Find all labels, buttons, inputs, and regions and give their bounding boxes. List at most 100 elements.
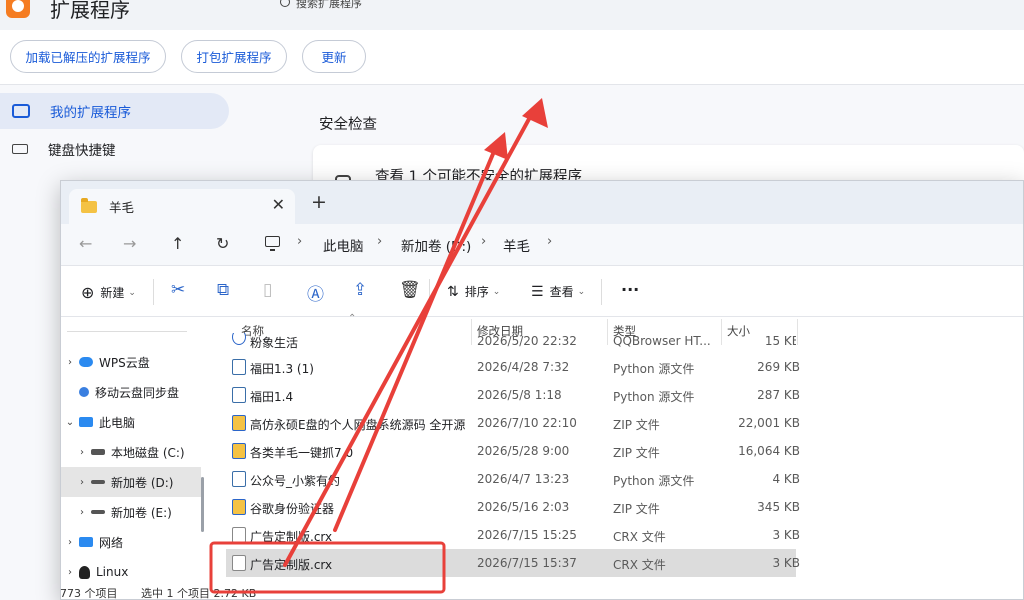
file-name: 谷歌身份验证器: [250, 502, 335, 516]
search-box[interactable]: 搜索扩展程序: [280, 0, 362, 11]
chevron-right-icon[interactable]: ›: [61, 537, 79, 548]
toolbar-divider: [601, 279, 602, 305]
load-unpacked-button[interactable]: 加载已解压的扩展程序: [10, 40, 166, 73]
nav-divider: [67, 331, 187, 332]
puzzle-icon: [12, 104, 30, 118]
file-row[interactable]: 福田1.4 2026/5/8 1:18 Python 源文件 287 KB: [226, 381, 800, 409]
file-date: 2026/7/15 15:25: [477, 528, 577, 542]
annotation-arrowhead: [522, 98, 548, 128]
zip-file-icon: [232, 443, 246, 459]
file-row[interactable]: 公众号_小紫有约 2026/4/7 13:23 Python 源文件 4 KB: [226, 465, 800, 493]
nav-item-linux[interactable]: › Linux: [61, 557, 201, 587]
view-button[interactable]: ☰ 查看 ⌄: [531, 283, 585, 300]
network-icon: [79, 537, 93, 547]
up-arrow-icon[interactable]: ↑: [171, 234, 184, 253]
zip-file-icon: [232, 415, 246, 431]
nav-item-label: 新加卷 (D:): [111, 475, 174, 490]
sidebar-item-label: 键盘快捷键: [48, 143, 116, 159]
file-name: 公众号_小紫有约: [250, 474, 341, 488]
browser-header: 扩展程序 搜索扩展程序: [0, 0, 1024, 30]
address-bar: ← → ↑ ↻ › 此电脑 › 新加卷 (D:) › 羊毛 ›: [61, 224, 1023, 266]
file-type: Python 源文件: [613, 390, 695, 404]
chevron-down-icon[interactable]: ⌄: [61, 417, 79, 428]
file-row[interactable]: 谷歌身份验证器 2026/5/16 2:03 ZIP 文件 345 KB: [226, 493, 800, 521]
sort-label: 排序: [464, 285, 489, 299]
file-row[interactable]: 粉象生活 2026/5/20 22:32 QQBrowser HT... 15 …: [226, 333, 796, 351]
new-label: 新建: [100, 286, 125, 300]
breadcrumb-this-pc[interactable]: 此电脑: [323, 235, 364, 255]
copy-icon[interactable]: ⧉: [217, 280, 229, 300]
file-row[interactable]: 高仿永硕E盘的个人网盘系统源码 全开源 2026/7/10 22:10 ZIP …: [226, 409, 800, 437]
folder-icon: [81, 197, 97, 213]
crx-file-icon: [232, 555, 246, 571]
new-tab-icon[interactable]: +: [311, 191, 327, 213]
rename-icon[interactable]: Ⓐ: [307, 280, 324, 305]
navigation-pane: › WPS云盘 移动云盘同步盘 ⌄ 此电脑 › 本地磁盘 (C:) › 新加卷 …: [61, 317, 209, 599]
python-file-icon: [232, 359, 246, 375]
file-type: ZIP 文件: [613, 446, 660, 460]
extensions-toolbar: 加载已解压的扩展程序 打包扩展程序 更新: [0, 30, 1024, 85]
nav-item-network[interactable]: › 网络: [61, 527, 201, 557]
pack-extension-button[interactable]: 打包扩展程序: [181, 40, 287, 73]
drive-icon: [91, 510, 105, 514]
nav-item-this-pc[interactable]: ⌄ 此电脑: [61, 407, 201, 437]
breadcrumb-drive-d[interactable]: 新加卷 (D:): [401, 235, 471, 255]
chevron-right-icon[interactable]: ›: [61, 567, 79, 578]
nav-item-mobile-cloud[interactable]: 移动云盘同步盘: [61, 377, 201, 407]
tab-title: 羊毛: [109, 200, 135, 215]
file-row[interactable]: 各类羊毛一键抓7.0 2026/5/28 9:00 ZIP 文件 16,064 …: [226, 437, 800, 465]
file-name: 粉象生活: [250, 336, 299, 350]
back-arrow-icon[interactable]: ←: [79, 234, 92, 253]
command-bar: ⊕ 新建 ⌄ ✂ ⧉ ▯ Ⓐ ⇪ 🗑 ⇅ 排序 ⌄ ☰ 查看 ⌄ ···: [61, 267, 1023, 317]
nav-item-label: 移动云盘同步盘: [95, 385, 180, 400]
file-row-selected[interactable]: 广告定制版.crx 2026/7/15 15:37 CRX 文件 3 KB: [226, 549, 800, 577]
paste-icon[interactable]: ▯: [263, 280, 272, 300]
cut-icon[interactable]: ✂: [171, 280, 185, 300]
column-divider[interactable]: [797, 319, 798, 345]
more-options-button[interactable]: ···: [621, 280, 639, 299]
drive-icon: [91, 480, 105, 484]
file-size: 3 KB: [772, 528, 800, 542]
chevron-right-icon[interactable]: ›: [61, 357, 79, 368]
search-placeholder: 搜索扩展程序: [296, 0, 362, 10]
chevron-right-icon: ›: [377, 234, 383, 249]
file-row[interactable]: 福田1.3 (1) 2026/4/28 7:32 Python 源文件 269 …: [226, 353, 800, 381]
nav-item-label: Linux: [96, 565, 129, 579]
keyboard-icon: [12, 144, 28, 154]
share-icon[interactable]: ⇪: [353, 280, 367, 300]
file-date: 2026/5/8 1:18: [477, 388, 562, 402]
nav-item-drive-e[interactable]: › 新加卷 (E:): [61, 497, 201, 527]
file-date: 2026/7/15 15:37: [477, 556, 577, 570]
nav-scrollbar[interactable]: [201, 477, 204, 532]
nav-item-drive-c[interactable]: › 本地磁盘 (C:): [61, 437, 201, 467]
sort-ascending-icon: ⌃: [348, 313, 357, 324]
chevron-right-icon: ›: [481, 234, 487, 249]
nav-item-wps-cloud[interactable]: › WPS云盘: [61, 347, 201, 377]
refresh-icon[interactable]: ↻: [216, 234, 229, 253]
update-button[interactable]: 更新: [302, 40, 366, 73]
security-check-title: 安全检查: [319, 117, 377, 133]
nav-item-drive-d[interactable]: › 新加卷 (D:): [61, 467, 201, 497]
mobile-cloud-icon: [79, 387, 89, 397]
chevron-right-icon[interactable]: ›: [73, 477, 91, 488]
computer-icon: [265, 236, 280, 251]
tab-yangmao[interactable]: 羊毛 ✕: [69, 189, 295, 224]
breadcrumb-folder[interactable]: 羊毛: [503, 235, 530, 255]
chevron-right-icon[interactable]: ›: [73, 507, 91, 518]
nav-item-label: 此电脑: [99, 415, 136, 430]
html-file-icon: [232, 333, 246, 345]
file-name: 广告定制版.crx: [250, 530, 333, 544]
new-button[interactable]: ⊕ 新建 ⌄: [81, 283, 136, 302]
delete-icon[interactable]: 🗑: [399, 280, 421, 300]
sidebar-item-keyboard-shortcuts[interactable]: 键盘快捷键: [0, 131, 116, 167]
forward-arrow-icon[interactable]: →: [123, 234, 136, 253]
chevron-right-icon[interactable]: ›: [73, 447, 91, 458]
chevron-down-icon: ⌄: [128, 287, 136, 298]
close-icon[interactable]: ✕: [272, 195, 285, 214]
sort-button[interactable]: ⇅ 排序 ⌄: [447, 283, 500, 300]
file-name: 福田1.4: [250, 390, 294, 404]
file-row[interactable]: 广告定制版.crx 2026/7/15 15:25 CRX 文件 3 KB: [226, 521, 800, 549]
file-date: 2026/5/16 2:03: [477, 500, 570, 514]
view-label: 查看: [549, 285, 574, 299]
sidebar-item-my-extensions[interactable]: 我的扩展程序: [0, 93, 229, 129]
